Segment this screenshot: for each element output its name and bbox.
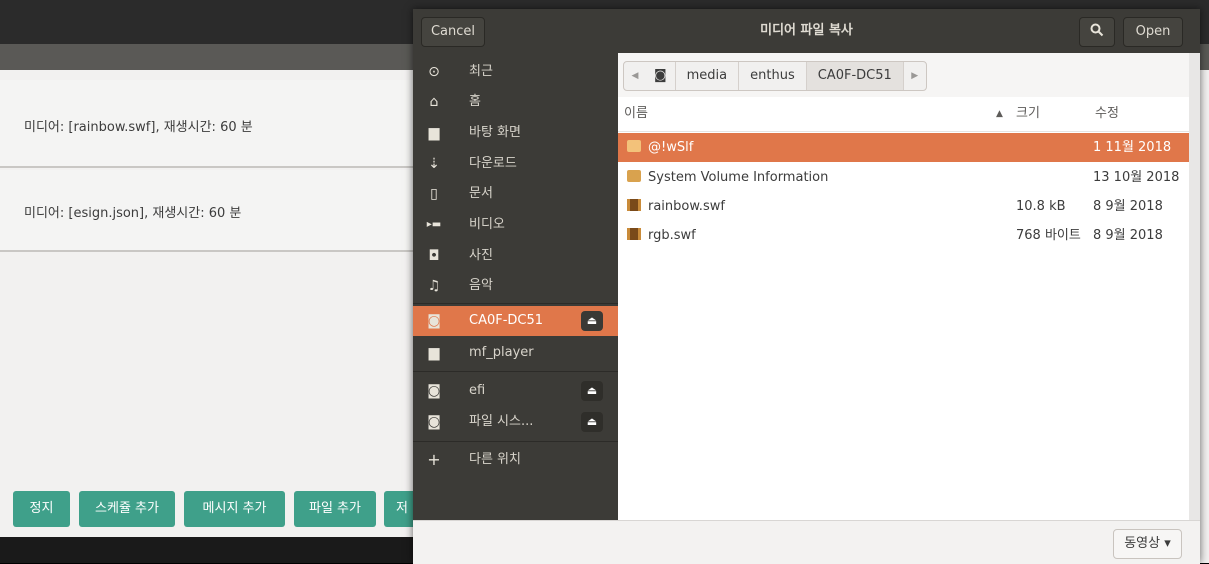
divider [0,250,420,252]
chevron-right-icon[interactable]: ▶ [904,62,926,90]
sidebar-item-label: efi [469,383,486,398]
app-status-bar [0,537,420,563]
sidebar-item-label: 음악 [469,278,493,293]
header-divider [618,131,1189,132]
file-name: @!wSlf [648,140,694,155]
file-name: System Volume Information [648,170,829,185]
sidebar-item-documents[interactable]: ▯ 문서 [413,179,618,209]
file-row[interactable]: rainbow.swf 10.8 kB 8 9월 2018 [618,192,1189,221]
media-row[interactable]: 미디어: [esign.json], 재생시간: 60 분 [0,170,420,251]
path-segment[interactable]: media [676,62,740,90]
folder-icon: ▆ [428,125,440,141]
sidebar-item-music[interactable]: ♫ 음악 [413,271,618,301]
folder-icon: ▆ [428,345,440,361]
drive-icon: ◙ [427,383,441,399]
add-message-button[interactable]: 메시지 추가 [184,491,285,527]
stop-button[interactable]: 정지 [13,491,70,527]
cancel-button[interactable]: Cancel [421,17,485,47]
sidebar-item-label: 바탕 화면 [469,125,521,140]
sidebar-item-label: 문서 [469,186,493,201]
folder-icon [627,170,641,182]
download-icon: ⇣ [428,156,440,172]
add-file-button[interactable]: 파일 추가 [294,491,376,527]
sidebar-divider [413,441,618,442]
file-modified: 1 11월 2018 [1093,140,1172,155]
eject-icon[interactable]: ⏏ [581,311,603,331]
video-file-icon [627,228,641,240]
file-row[interactable]: @!wSlf 1 11월 2018 [618,133,1189,162]
divider [0,166,420,168]
file-name: rgb.swf [648,228,696,243]
sidebar-divider [413,371,618,372]
file-modified: 13 10월 2018 [1093,170,1180,185]
file-name: rainbow.swf [648,199,725,214]
open-button[interactable]: Open [1123,17,1183,47]
clock-icon: ⊙ [428,64,440,80]
file-size: 768 바이트 [1016,228,1081,243]
column-header-name[interactable]: 이름 ▲ [624,97,1008,131]
file-chooser-dialog: 미디어 파일 복사 Cancel Open ⊙ 최근 ⌂ 홈 ▆ 바탕 화면 ⇣ [413,9,1200,564]
music-icon: ♫ [427,278,441,294]
column-header-size[interactable]: 크기 [1016,97,1040,131]
sidebar-item-label: 다운로드 [469,156,517,171]
file-row[interactable]: rgb.swf 768 바이트 8 9월 2018 [618,221,1189,250]
sidebar-item-other-locations[interactable]: + 다른 위치 [413,445,618,475]
document-icon: ▯ [430,186,438,202]
path-segment-current[interactable]: CA0F-DC51 [806,62,904,90]
file-modified: 8 9월 2018 [1093,228,1163,243]
search-icon [1090,23,1104,39]
search-button[interactable] [1079,17,1115,47]
drive-icon: ◙ [427,414,441,430]
file-list: 이름 ▲ 크기 수정 @!wSlf 1 11월 2018 System Volu… [618,97,1189,520]
dialog-header: 미디어 파일 복사 Cancel Open [413,9,1200,53]
sidebar-item-label: 다른 위치 [469,452,521,467]
sidebar-item-label: 홈 [469,94,481,109]
sidebar-item-filesystem[interactable]: ◙ 파일 시스... ⏏ [413,407,618,437]
sidebar-item-desktop[interactable]: ▆ 바탕 화면 [413,118,618,148]
media-row-label: 미디어: [rainbow.swf], 재생시간: 60 분 [24,120,253,135]
sidebar-item-label: 비디오 [469,217,505,232]
sidebar-divider [413,303,618,304]
video-file-icon [627,199,641,211]
media-row[interactable]: 미디어: [rainbow.swf], 재생시간: 60 분 [0,80,420,167]
sidebar-item-home[interactable]: ⌂ 홈 [413,87,618,117]
path-bar: ◀ ◙ media enthus CA0F-DC51 ▶ [623,61,927,91]
sidebar-item-downloads[interactable]: ⇣ 다운로드 [413,149,618,179]
file-type-filter-dropdown[interactable]: 동영상 ▾ [1113,529,1182,559]
sidebar-item-label: 사진 [469,248,493,263]
file-row[interactable]: System Volume Information 13 10월 2018 [618,163,1189,192]
sidebar-item-efi[interactable]: ◙ efi ⏏ [413,376,618,406]
video-icon: ▸▬ [426,219,442,230]
chevron-left-icon[interactable]: ◀ [624,62,646,90]
sidebar-item-label: mf_player [469,345,534,360]
column-header-label: 이름 [624,106,648,121]
places-sidebar: ⊙ 최근 ⌂ 홈 ▆ 바탕 화면 ⇣ 다운로드 ▯ 문서 ▸▬ 비디오 ◘ 사진… [413,53,618,520]
sidebar-item-mf-player[interactable]: ▆ mf_player [413,338,618,368]
file-modified: 8 9월 2018 [1093,199,1163,214]
drive-icon: ◙ [654,68,667,83]
folder-icon [627,140,641,152]
path-segment[interactable]: enthus [739,62,807,90]
eject-icon[interactable]: ⏏ [581,412,603,432]
home-icon: ⌂ [429,94,439,110]
media-row-label: 미디어: [esign.json], 재생시간: 60 분 [24,206,242,221]
dialog-footer: 동영상 ▾ [413,520,1200,564]
drive-icon: ◙ [427,313,441,329]
camera-icon: ◘ [428,248,440,264]
eject-icon[interactable]: ⏏ [581,381,603,401]
sidebar-item-label: 최근 [469,64,493,79]
sidebar-item-recent[interactable]: ⊙ 최근 [413,57,618,87]
sidebar-item-ca0f-dc51[interactable]: ◙ CA0F-DC51 ⏏ [413,306,618,336]
sidebar-item-videos[interactable]: ▸▬ 비디오 [413,210,618,240]
sidebar-item-label: 파일 시스... [469,414,534,429]
path-root-drive[interactable]: ◙ [646,62,676,90]
sidebar-item-pictures[interactable]: ◘ 사진 [413,241,618,271]
plus-icon: + [427,450,441,469]
column-header-modified[interactable]: 수정 [1095,97,1119,131]
add-schedule-button[interactable]: 스케쥴 추가 [79,491,175,527]
scroll-gutter [1189,53,1200,520]
file-size: 10.8 kB [1016,199,1066,214]
sort-ascending-icon: ▲ [996,109,1003,119]
sidebar-item-label: CA0F-DC51 [469,313,544,328]
